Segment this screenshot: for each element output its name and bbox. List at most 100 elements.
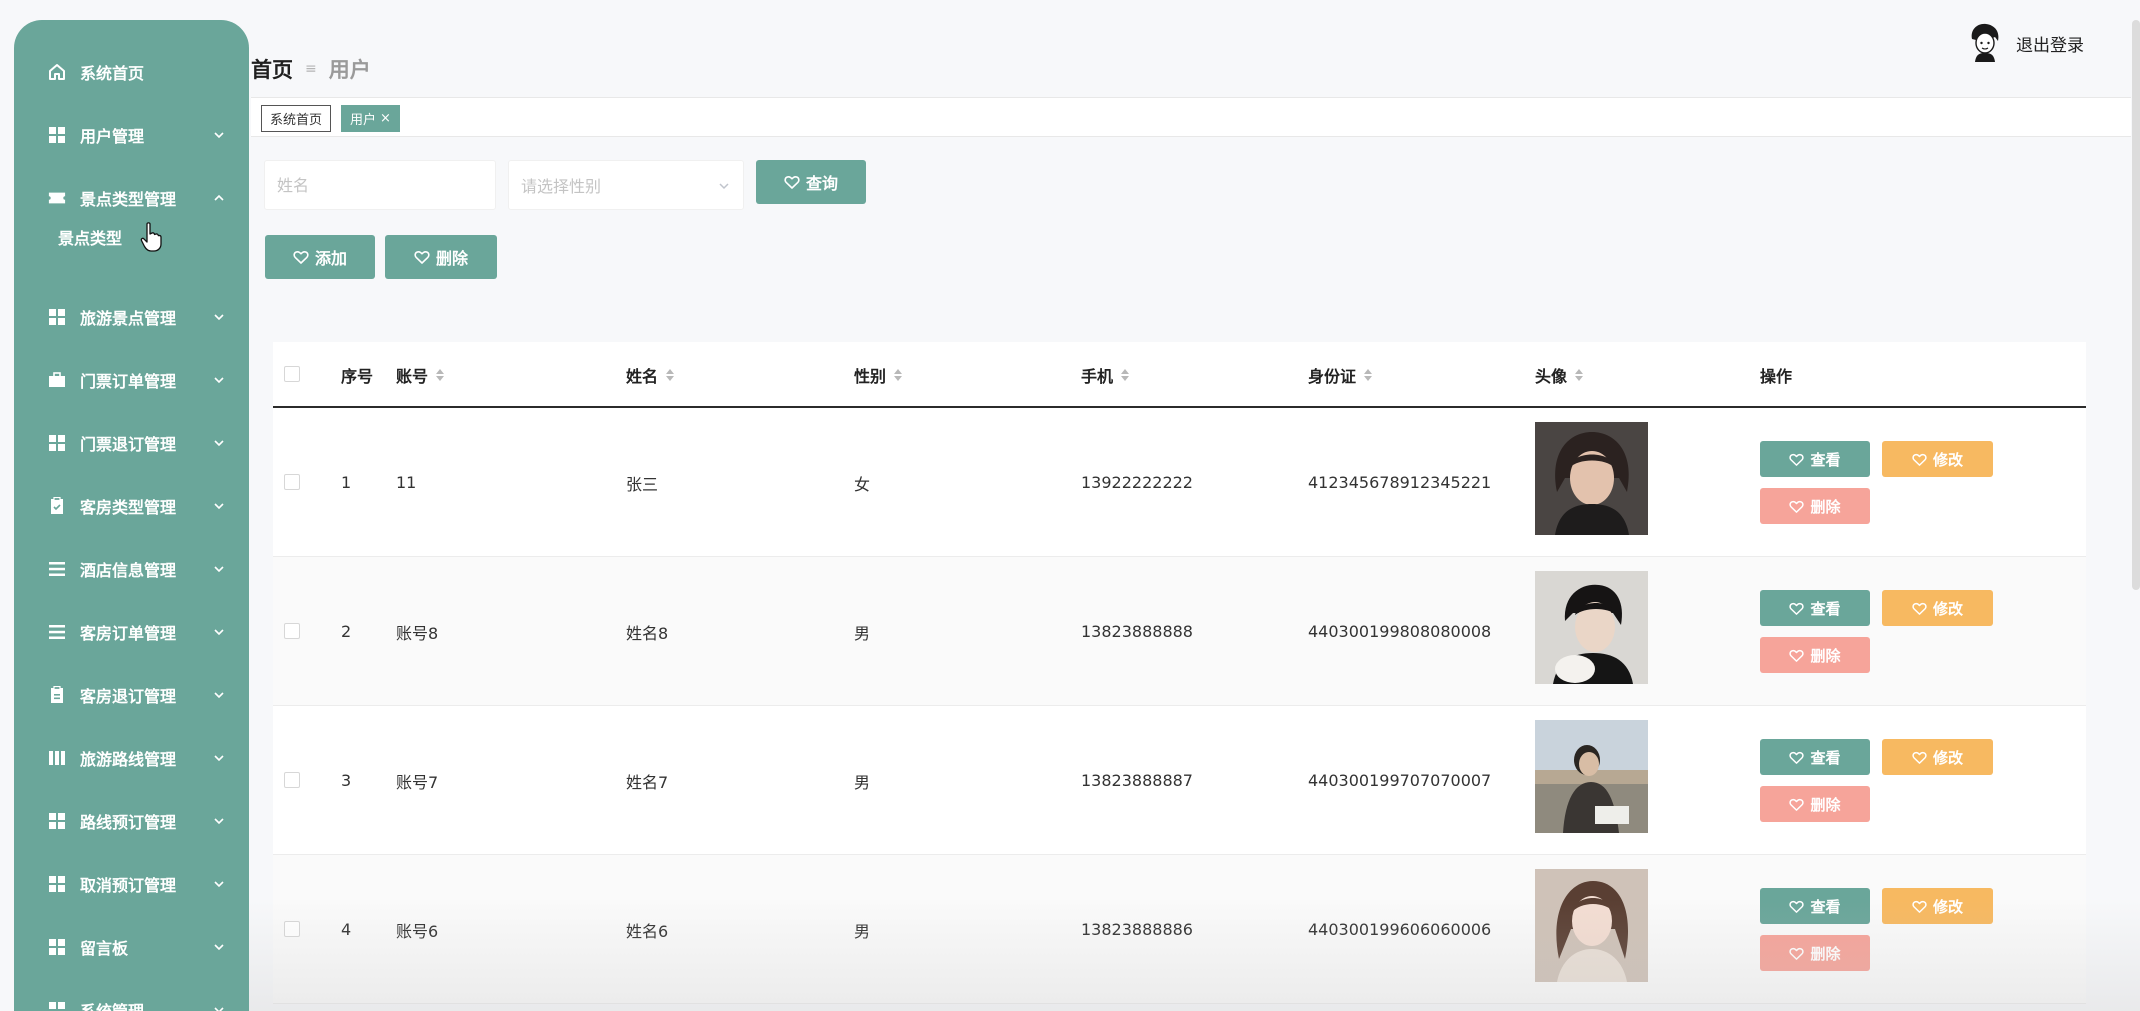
row-delete-button[interactable]: 删除 (1760, 786, 1870, 822)
row-checkbox[interactable] (284, 623, 300, 639)
edit-button[interactable]: 修改 (1882, 590, 1993, 626)
sidebar-item-spots[interactable]: 旅游景点管理 (14, 297, 249, 337)
logout-link[interactable]: 退出登录 (2016, 31, 2084, 56)
sidebar-item-ticket-refunds[interactable]: 门票退订管理 (14, 423, 249, 463)
row-delete-button-label: 删除 (1810, 944, 1841, 963)
sort-icon[interactable] (436, 369, 445, 381)
heart-icon (1912, 453, 1927, 466)
chevron-down-icon (214, 377, 224, 384)
heart-icon (1789, 602, 1805, 615)
tab-home[interactable]: 系统首页 (261, 105, 332, 132)
row-delete-button[interactable]: 删除 (1760, 637, 1870, 673)
sidebar-item-messages[interactable]: 留言板 (14, 927, 249, 967)
avatar-photo[interactable] (1535, 571, 1648, 684)
edit-button[interactable]: 修改 (1882, 739, 1993, 775)
sidebar-item-label: 客房类型管理 (80, 498, 177, 517)
grid-icon (48, 812, 66, 830)
sidebar-item-hotel-info[interactable]: 酒店信息管理 (14, 549, 249, 589)
sidebar-item-cancellations[interactable]: 取消预订管理 (14, 864, 249, 904)
delete-button[interactable]: 删除 (385, 235, 497, 279)
cell-name: 姓名7 (626, 772, 669, 792)
sidebar-item-label: 客房退订管理 (80, 687, 177, 706)
cell-account: 账号8 (396, 623, 439, 643)
cell-id-card: 440300199707070007 (1308, 771, 1492, 790)
chevron-down-icon (214, 692, 224, 699)
sidebar-item-room-types[interactable]: 客房类型管理 (14, 486, 249, 526)
row-delete-button-label: 删除 (1810, 646, 1841, 665)
column-header-index: 序号 (341, 367, 374, 386)
sort-icon[interactable] (1575, 369, 1584, 381)
heart-icon (293, 250, 309, 264)
view-button-label: 查看 (1810, 748, 1841, 767)
scrollbar[interactable] (2132, 20, 2140, 590)
sort-icon[interactable] (1364, 369, 1373, 381)
cell-account: 账号7 (396, 772, 439, 792)
table-row: 3 账号7 姓名7 男 13823888887 4403001997070700… (273, 706, 2086, 855)
sidebar-item-spot-types[interactable]: 景点类型管理 (14, 178, 249, 218)
table-row: 1 11 张三 女 13922222222 412345678912345221… (273, 408, 2086, 557)
row-checkbox[interactable] (284, 921, 300, 937)
query-button[interactable]: 查询 (756, 160, 866, 204)
user-avatar[interactable] (1966, 22, 2004, 64)
view-button[interactable]: 查看 (1760, 888, 1870, 924)
cell-account: 11 (396, 473, 417, 492)
column-header-phone[interactable]: 手机 (1081, 342, 1130, 408)
cell-phone: 13823888886 (1081, 920, 1193, 939)
sidebar-item-label: 系统首页 (80, 64, 145, 83)
briefcase-icon (48, 371, 66, 389)
grid-icon (48, 126, 66, 144)
edit-button[interactable]: 修改 (1882, 888, 1993, 924)
sidebar-subitem-spot-type[interactable]: 景点类型 (58, 222, 122, 252)
column-header-account[interactable]: 账号 (396, 342, 445, 408)
sidebar-item-label: 门票退订管理 (80, 435, 177, 454)
name-search-input[interactable] (264, 160, 496, 210)
heart-icon (1789, 947, 1805, 960)
row-checkbox[interactable] (284, 474, 300, 490)
heart-icon (784, 175, 800, 189)
avatar-photo[interactable] (1535, 422, 1648, 535)
tab-label: 用户 (350, 113, 377, 128)
sidebar-item-room-orders[interactable]: 客房订单管理 (14, 612, 249, 652)
sort-icon[interactable] (1121, 369, 1130, 381)
breadcrumb-home[interactable]: 首页 (251, 54, 293, 84)
sidebar-item-label: 客房订单管理 (80, 624, 177, 643)
delete-button-label: 删除 (435, 249, 468, 268)
sidebar-item-users[interactable]: 用户管理 (14, 115, 249, 155)
gender-select[interactable]: 请选择性别 (508, 160, 744, 210)
avatar-photo[interactable] (1535, 869, 1648, 982)
avatar-photo[interactable] (1535, 720, 1648, 833)
close-icon[interactable]: × (380, 111, 391, 126)
chevron-down-icon (214, 1007, 224, 1011)
view-button[interactable]: 查看 (1760, 590, 1870, 626)
view-button[interactable]: 查看 (1760, 739, 1870, 775)
sidebar-item-route-bookings[interactable]: 路线预订管理 (14, 801, 249, 841)
sidebar-item-system[interactable]: 系统管理 (14, 990, 249, 1011)
column-header-avatar[interactable]: 头像 (1535, 342, 1584, 408)
table-header: 序号 账号 姓名 性别 手机 身份证 头像 操作 (273, 342, 2086, 408)
chevron-down-icon (214, 440, 224, 447)
users-table: 序号 账号 姓名 性别 手机 身份证 头像 操作 1 11 张三 女 13922… (273, 342, 2086, 1004)
cell-index: 1 (341, 473, 352, 492)
select-all-checkbox[interactable] (284, 366, 300, 382)
cell-id-card: 440300199808080008 (1308, 622, 1492, 641)
edit-button[interactable]: 修改 (1882, 441, 1993, 477)
sidebar-item-label: 留言板 (80, 939, 129, 958)
column-header-gender[interactable]: 性别 (854, 342, 903, 408)
sidebar-item-label: 路线预订管理 (80, 813, 177, 832)
sidebar-item-ticket-orders[interactable]: 门票订单管理 (14, 360, 249, 400)
tab-user[interactable]: 用户 × (341, 105, 400, 132)
sidebar-item-home[interactable]: 系统首页 (14, 52, 249, 92)
sort-icon[interactable] (666, 369, 675, 381)
sidebar-item-routes[interactable]: 旅游路线管理 (14, 738, 249, 778)
view-button[interactable]: 查看 (1760, 441, 1870, 477)
row-delete-button[interactable]: 删除 (1760, 935, 1870, 971)
row-delete-button[interactable]: 删除 (1760, 488, 1870, 524)
row-checkbox[interactable] (284, 772, 300, 788)
breadcrumb-current: 用户 (328, 58, 371, 82)
sidebar-item-room-refunds[interactable]: 客房退订管理 (14, 675, 249, 715)
view-button-label: 查看 (1810, 599, 1841, 618)
column-header-name[interactable]: 姓名 (626, 342, 675, 408)
sort-icon[interactable] (894, 369, 903, 381)
column-header-id-card[interactable]: 身份证 (1308, 342, 1373, 408)
add-button[interactable]: 添加 (265, 235, 375, 279)
